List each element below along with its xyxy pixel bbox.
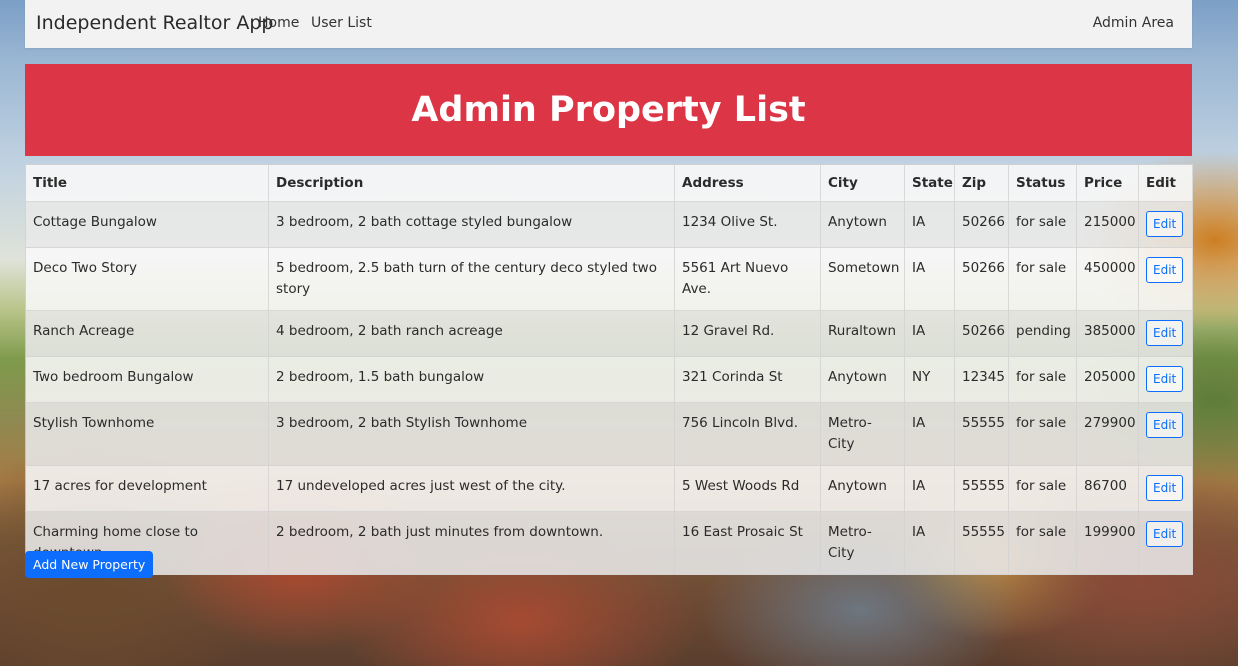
cell-price: 215000 bbox=[1076, 201, 1139, 248]
cell-title: Cottage Bungalow bbox=[25, 201, 269, 248]
cell-address: 1234 Olive St. bbox=[674, 201, 821, 248]
cell-description: 4 bedroom, 2 bath ranch acreage bbox=[268, 310, 675, 357]
property-table-container: Title Description Address City State Zip… bbox=[25, 164, 1193, 575]
table-row: 17 acres for development 17 undeveloped … bbox=[25, 465, 1193, 512]
nav-admin-area-link[interactable]: Admin Area bbox=[1093, 15, 1174, 31]
cell-edit: Edit bbox=[1138, 465, 1193, 512]
page-header-banner: Admin Property List bbox=[25, 64, 1192, 156]
cell-city: Sometown bbox=[820, 247, 905, 311]
cell-city: Anytown bbox=[820, 356, 905, 403]
cell-price: 450000 bbox=[1076, 247, 1139, 311]
cell-description: 2 bedroom, 2 bath just minutes from down… bbox=[268, 511, 675, 575]
cell-zip: 55555 bbox=[954, 465, 1009, 512]
column-header-title: Title bbox=[25, 164, 269, 202]
table-row: Cottage Bungalow 3 bedroom, 2 bath cotta… bbox=[25, 201, 1193, 248]
cell-zip: 12345 bbox=[954, 356, 1009, 403]
cell-zip: 55555 bbox=[954, 402, 1009, 466]
cell-address: 12 Gravel Rd. bbox=[674, 310, 821, 357]
cell-zip: 50266 bbox=[954, 310, 1009, 357]
cell-zip: 55555 bbox=[954, 511, 1009, 575]
cell-zip: 50266 bbox=[954, 247, 1009, 311]
cell-description: 2 bedroom, 1.5 bath bungalow bbox=[268, 356, 675, 403]
cell-title: Two bedroom Bungalow bbox=[25, 356, 269, 403]
edit-button[interactable]: Edit bbox=[1146, 475, 1184, 501]
cell-title: Ranch Acreage bbox=[25, 310, 269, 357]
cell-price: 199900 bbox=[1076, 511, 1139, 575]
column-header-price: Price bbox=[1076, 164, 1139, 202]
cell-status: pending bbox=[1008, 310, 1077, 357]
table-row: Charming home close to downtown 2 bedroo… bbox=[25, 511, 1193, 575]
brand-link[interactable]: Independent Realtor App bbox=[36, 12, 273, 34]
cell-description: 5 bedroom, 2.5 bath turn of the century … bbox=[268, 247, 675, 311]
cell-description: 3 bedroom, 2 bath Stylish Townhome bbox=[268, 402, 675, 466]
column-header-city: City bbox=[820, 164, 905, 202]
column-header-zip: Zip bbox=[954, 164, 1009, 202]
nav-user-list-link[interactable]: User List bbox=[311, 15, 372, 31]
cell-edit: Edit bbox=[1138, 402, 1193, 466]
column-header-status: Status bbox=[1008, 164, 1077, 202]
cell-state: IA bbox=[904, 247, 955, 311]
cell-price: 205000 bbox=[1076, 356, 1139, 403]
cell-address: 5 West Woods Rd bbox=[674, 465, 821, 512]
cell-price: 385000 bbox=[1076, 310, 1139, 357]
navbar: Independent Realtor App Home User List A… bbox=[25, 0, 1192, 48]
edit-button[interactable]: Edit bbox=[1146, 412, 1184, 438]
cell-status: for sale bbox=[1008, 402, 1077, 466]
page-title: Admin Property List bbox=[411, 90, 806, 130]
column-header-state: State bbox=[904, 164, 955, 202]
edit-button[interactable]: Edit bbox=[1146, 521, 1184, 547]
table-row: Deco Two Story 5 bedroom, 2.5 bath turn … bbox=[25, 247, 1193, 311]
cell-title: 17 acres for development bbox=[25, 465, 269, 512]
cell-price: 86700 bbox=[1076, 465, 1139, 512]
add-new-property-button[interactable]: Add New Property bbox=[25, 551, 154, 578]
table-row: Stylish Townhome 3 bedroom, 2 bath Styli… bbox=[25, 402, 1193, 466]
cell-state: IA bbox=[904, 465, 955, 512]
cell-address: 5561 Art Nuevo Ave. bbox=[674, 247, 821, 311]
cell-city: Anytown bbox=[820, 201, 905, 248]
cell-address: 16 East Prosaic St bbox=[674, 511, 821, 575]
cell-title: Stylish Townhome bbox=[25, 402, 269, 466]
cell-description: 17 undeveloped acres just west of the ci… bbox=[268, 465, 675, 512]
column-header-description: Description bbox=[268, 164, 675, 202]
cell-description: 3 bedroom, 2 bath cottage styled bungalo… bbox=[268, 201, 675, 248]
cell-status: for sale bbox=[1008, 247, 1077, 311]
cell-status: for sale bbox=[1008, 356, 1077, 403]
cell-price: 279900 bbox=[1076, 402, 1139, 466]
cell-status: for sale bbox=[1008, 511, 1077, 575]
cell-edit: Edit bbox=[1138, 201, 1193, 248]
table-row: Ranch Acreage 4 bedroom, 2 bath ranch ac… bbox=[25, 310, 1193, 357]
table-row: Two bedroom Bungalow 2 bedroom, 1.5 bath… bbox=[25, 356, 1193, 403]
cell-city: Ruraltown bbox=[820, 310, 905, 357]
cell-address: 756 Lincoln Blvd. bbox=[674, 402, 821, 466]
cell-edit: Edit bbox=[1138, 247, 1193, 311]
cell-city: Metro-City bbox=[820, 402, 905, 466]
table-header-row: Title Description Address City State Zip… bbox=[25, 164, 1193, 202]
cell-address: 321 Corinda St bbox=[674, 356, 821, 403]
cell-city: Anytown bbox=[820, 465, 905, 512]
cell-title: Deco Two Story bbox=[25, 247, 269, 311]
cell-status: for sale bbox=[1008, 465, 1077, 512]
cell-state: IA bbox=[904, 310, 955, 357]
edit-button[interactable]: Edit bbox=[1146, 211, 1184, 237]
cell-status: for sale bbox=[1008, 201, 1077, 248]
edit-button[interactable]: Edit bbox=[1146, 257, 1184, 283]
property-table: Title Description Address City State Zip… bbox=[25, 164, 1193, 575]
cell-edit: Edit bbox=[1138, 511, 1193, 575]
edit-button[interactable]: Edit bbox=[1146, 320, 1184, 346]
cell-state: IA bbox=[904, 511, 955, 575]
cell-state: NY bbox=[904, 356, 955, 403]
cell-state: IA bbox=[904, 402, 955, 466]
cell-zip: 50266 bbox=[954, 201, 1009, 248]
column-header-edit: Edit bbox=[1138, 164, 1193, 202]
column-header-address: Address bbox=[674, 164, 821, 202]
cell-edit: Edit bbox=[1138, 356, 1193, 403]
edit-button[interactable]: Edit bbox=[1146, 366, 1184, 392]
cell-state: IA bbox=[904, 201, 955, 248]
nav-home-link[interactable]: Home bbox=[258, 15, 299, 31]
cell-edit: Edit bbox=[1138, 310, 1193, 357]
cell-city: Metro-City bbox=[820, 511, 905, 575]
